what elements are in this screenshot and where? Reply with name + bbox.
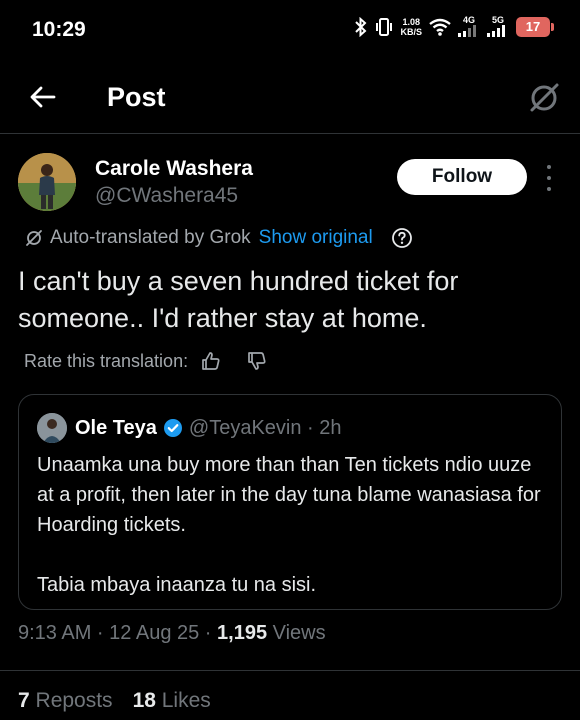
post-meta: 9:13 AM · 12 Aug 25 · 1,195 Views (18, 622, 326, 645)
rate-translation: Rate this translation: (24, 348, 268, 374)
author-handle[interactable]: @CWashera45 (95, 184, 238, 208)
likes-count: 18 (132, 689, 156, 712)
views-count: 1,195 (217, 622, 268, 644)
status-time: 10:29 (32, 18, 86, 41)
network-speed: 1.08 KB/S (400, 17, 422, 37)
thumbs-up-icon[interactable] (200, 350, 222, 372)
signal-icon (487, 25, 505, 37)
rate-label: Rate this translation: (24, 350, 189, 371)
post-author: Carole Washera @CWashera45 Follow (18, 150, 563, 216)
author-name[interactable]: Carole Washera (95, 157, 253, 181)
top-app-bar: Post (0, 64, 580, 134)
more-options-button[interactable] (542, 165, 556, 191)
bluetooth-icon (355, 16, 367, 37)
more-dot (547, 187, 551, 191)
status-icons: 1.08 KB/S 4G 5G 17 (354, 16, 554, 37)
network-4g: 4G (458, 16, 480, 37)
network-5g: 5G (487, 16, 509, 37)
quoted-avatar (37, 413, 67, 443)
likes-label: Likes (155, 689, 211, 712)
post-timestamp[interactable]: 9:13 AM · 12 Aug 25 · (18, 622, 217, 644)
reposts-stat[interactable]: 7 Reposts (18, 689, 113, 713)
page-title: Post (107, 82, 166, 112)
post-text: I can't buy a seven hundred ticket for s… (18, 266, 459, 333)
grok-icon (530, 83, 559, 112)
verified-badge-icon (163, 419, 182, 437)
arrow-left-icon (30, 86, 56, 108)
network-4g-label: 4G (462, 15, 475, 25)
divider (0, 670, 580, 671)
reposts-count: 7 (18, 689, 30, 712)
quoted-post-header: Ole Teya @TeyaKevin · 2h (37, 413, 342, 443)
signal-icon (458, 25, 476, 37)
post-stats: 7 Reposts 18 Likes (18, 689, 211, 713)
more-dot (547, 176, 551, 180)
help-icon[interactable] (391, 227, 413, 249)
likes-stat[interactable]: 18 Likes (133, 689, 211, 713)
battery-icon: 17 (516, 16, 554, 37)
quoted-author-photo (37, 413, 67, 443)
translation-note-text: Auto-translated by Grok (50, 227, 251, 248)
avatar[interactable] (18, 153, 76, 211)
show-original-link[interactable]: Show original (259, 227, 373, 249)
views-label: Views (267, 622, 326, 644)
grok-button[interactable] (526, 80, 562, 116)
reposts-label: Reposts (29, 689, 113, 712)
speed-value: 1.08 (402, 16, 420, 27)
thumbs-down-icon[interactable] (246, 350, 268, 372)
wifi-icon (429, 18, 451, 36)
more-dot (547, 165, 551, 169)
network-5g-label: 5G (491, 15, 504, 25)
vibrate-icon (376, 17, 393, 36)
quoted-author-name: Ole Teya (75, 416, 157, 439)
translation-note: Auto-translated by Grok Show original (24, 226, 413, 250)
quoted-post-text: Unaamka una buy more than than Ten ticke… (37, 454, 541, 596)
speed-unit: KB/S (400, 26, 422, 37)
author-photo (18, 153, 76, 211)
quoted-author-handle: @TeyaKevin · 2h (188, 416, 342, 439)
grok-icon (26, 230, 42, 246)
status-bar: 10:29 1.08 KB/S 4G 5G 17 (0, 0, 580, 64)
quoted-post[interactable]: Ole Teya @TeyaKevin · 2h Unaamka una buy… (18, 394, 562, 610)
back-button[interactable] (26, 80, 60, 114)
follow-button[interactable]: Follow (397, 159, 527, 195)
